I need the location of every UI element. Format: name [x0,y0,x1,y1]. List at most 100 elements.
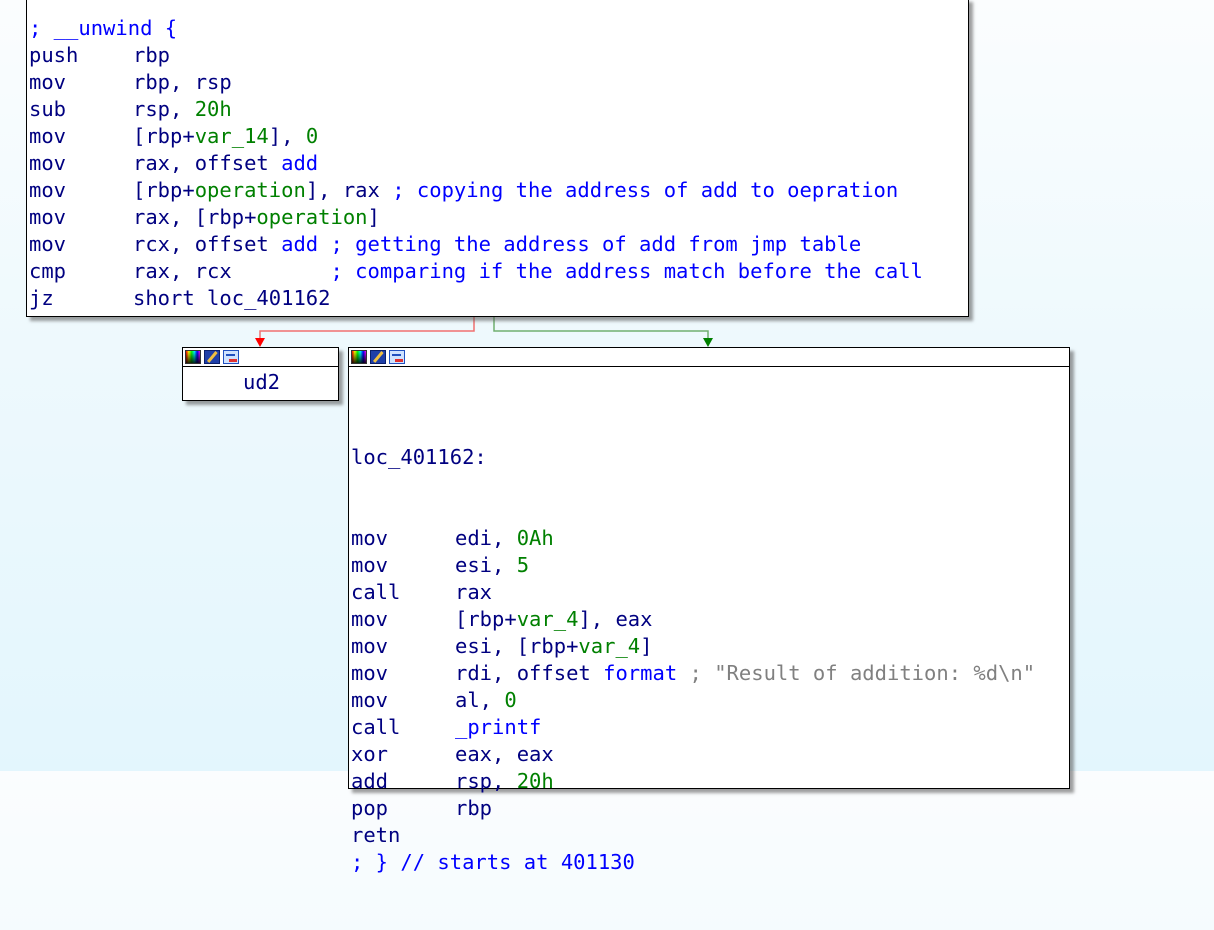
edit-pencil-icon[interactable] [370,350,386,364]
instruction-line[interactable]: push rbp [29,42,968,69]
mnemonic: sub [29,97,67,121]
operand-text: esi, [rbp+ [455,634,579,658]
mnemonic: jz [29,286,54,310]
operand-text: ], eax [578,607,653,631]
symbol-name[interactable]: _printf [455,715,541,739]
operands: rax, rcx ; comparing if the address matc… [133,258,923,285]
operand-text: eax, eax [455,742,554,766]
operands: rsp, 20h [455,768,554,795]
comment-line[interactable]: ; } // starts at 401130 [351,849,1069,876]
true-branch-arrowhead [703,338,713,347]
loc-401162-code-block[interactable]: loc_401162: mov edi, 0Ah mov esi, 5 call rax m… [348,347,1070,874]
symbol-name[interactable]: format [603,661,677,685]
operands: eax, eax [455,741,554,768]
top-code-listing: ; __unwind {push rbp mov rbp, rsp sub rsp, 20… [27,0,968,312]
instruction-line[interactable]: xor eax, eax [351,741,1069,768]
stack-variable[interactable]: var_14 [195,124,269,148]
operands: [rbp+var_14], 0 [133,123,318,150]
instruction-line[interactable]: jz short loc_401162 [29,285,968,312]
operands: rcx, offset add ; getting the address of… [133,231,861,258]
immediate-value: 20h [194,97,232,121]
instruction-line[interactable]: mov esi, [rbp+var_4] [351,633,1069,660]
inline-comment: ; comparing if the address match before … [330,259,923,283]
comment-line[interactable]: ; __unwind { [29,15,968,42]
instruction-line[interactable]: mov edi, 0Ah [351,525,1069,552]
instruction-line[interactable]: mov rcx, offset add ; getting the address… [29,231,968,258]
operand-text: edi, [455,526,517,550]
comment-text: ; } // starts at 401130 [351,850,635,874]
graph-view-icon[interactable] [389,350,405,364]
mnemonic: mov [29,205,67,229]
top-code-block[interactable]: ; __unwind {push rbp mov rbp, rsp sub rsp, 20… [26,0,969,317]
operand-text [318,232,330,256]
mnemonic: call [351,580,401,604]
false-branch-edge[interactable] [259,316,475,341]
instruction-line[interactable]: mov al, 0 [351,687,1069,714]
mnemonic: xor [351,742,389,766]
mnemonic: mov [29,232,67,256]
instruction-line[interactable]: mov [rbp+operation], rax ; copying the ad… [29,177,968,204]
immediate-value: 20h [516,769,554,793]
operand-text: short loc_401162 [133,286,331,310]
mnemonic: pop [351,796,389,820]
operand-text: [rbp+ [133,178,195,202]
instruction-line[interactable]: mov rax, offset add [29,150,968,177]
mnemonic: mov [351,607,389,631]
instruction-line[interactable]: retn [351,822,1069,849]
operands: _printf [455,714,541,741]
mnemonic: cmp [29,259,67,283]
symbol-name[interactable]: add [281,151,318,175]
immediate-value: 0Ah [516,526,554,550]
instruction-line[interactable]: mov rdi, offset format ; "Result of addit… [351,660,1069,687]
instruction-line[interactable]: mov rax, [rbp+operation] [29,204,968,231]
mnemonic: mov [351,661,389,685]
mnemonic: mov [29,124,67,148]
ud2-code-block[interactable]: ud2 [182,347,339,401]
mnemonic: mov [351,634,389,658]
instruction-line[interactable]: sub rsp, 20h [29,96,968,123]
instruction-line[interactable]: mov [rbp+var_4], eax [351,606,1069,633]
false-branch-arrowhead [255,338,265,347]
loc-401162-block-header [349,348,1069,367]
instruction-line[interactable]: mov rbp, rsp [29,69,968,96]
operand-text: esi, [455,553,517,577]
stack-variable[interactable]: operation [195,178,306,202]
mnemonic: add [351,769,389,793]
stack-variable[interactable]: var_4 [578,634,640,658]
operand-text: ], [268,124,306,148]
instruction-line[interactable]: add rsp, 20h [351,768,1069,795]
operands: edi, 0Ah [455,525,554,552]
mnemonic: mov [29,151,67,175]
operand-text: rbp [133,43,171,67]
operand-text: rdi, offset [455,661,604,685]
instruction-line[interactable]: cmp rax, rcx ; comparing if the address m… [29,258,968,285]
ud2-instruction: ud2 [242,370,281,394]
operands: esi, [rbp+var_4] [455,633,652,660]
graph-view-icon[interactable] [223,350,239,364]
operand-text: [rbp+ [455,607,517,631]
immediate-value: 0 [504,688,517,712]
true-branch-edge[interactable] [493,316,709,341]
color-palette-icon[interactable] [185,350,201,364]
operand-text: rbp, rsp [133,70,232,94]
edit-pencil-icon[interactable] [204,350,220,364]
operands: rax, [rbp+operation] [133,204,380,231]
color-palette-icon[interactable] [351,350,367,364]
location-label[interactable]: loc_401162: [351,444,1069,471]
symbol-name[interactable]: add [281,232,318,256]
comment-text: ; __unwind { [29,16,178,40]
immediate-value: 0 [305,124,319,148]
instruction-line[interactable]: pop rbp [351,795,1069,822]
inline-comment: ; getting the address of add from jmp ta… [330,232,862,256]
operand-text: [rbp+ [133,124,195,148]
stack-variable[interactable]: var_4 [517,607,579,631]
operands: esi, 5 [455,552,529,579]
instruction-line[interactable]: mov esi, 5 [351,552,1069,579]
operand-text: ] [367,205,380,229]
stack-variable[interactable]: operation [256,205,367,229]
instruction-line[interactable]: call _printf [351,714,1069,741]
instruction-line[interactable]: mov [rbp+var_14], 0 [29,123,968,150]
operand-text: ] [640,634,653,658]
instruction-line[interactable]: call rax [351,579,1069,606]
operand-text: rbp [455,796,493,820]
